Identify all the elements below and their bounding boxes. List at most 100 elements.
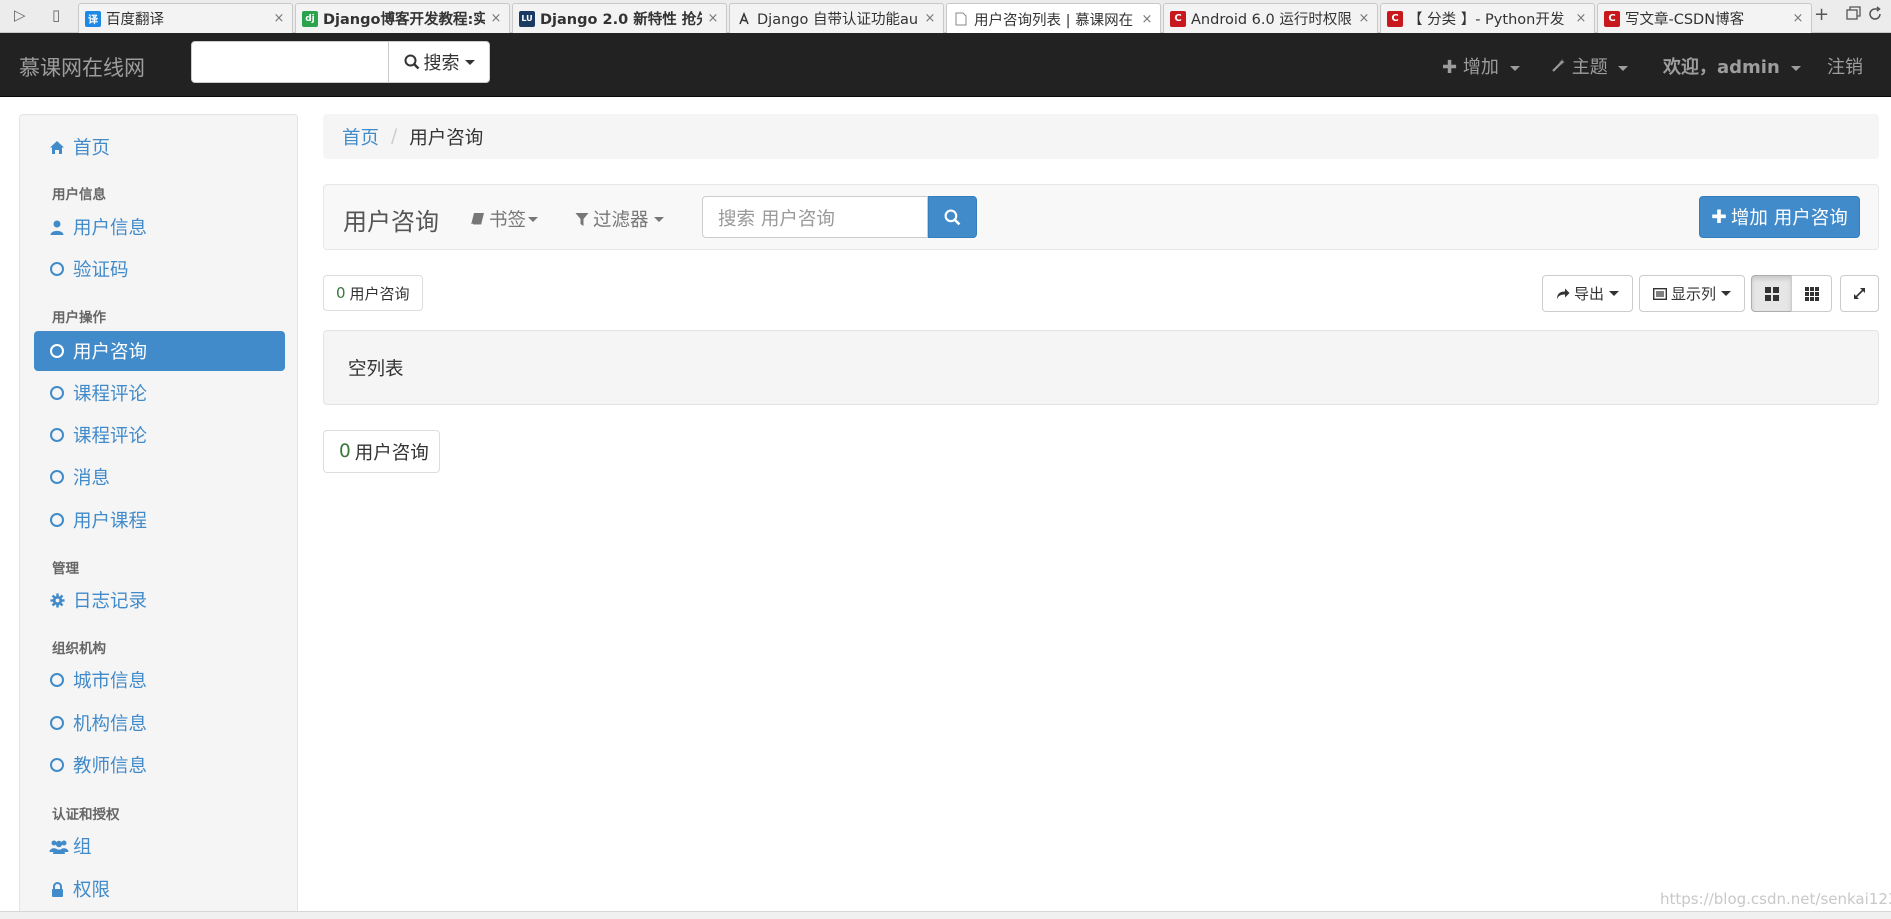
export-button[interactable]: 导出: [1542, 275, 1633, 312]
result-count-number: 0: [336, 284, 346, 302]
bookmarks-dropdown[interactable]: 书签: [470, 206, 539, 232]
browser-tab-active[interactable]: 用户咨询列表 | 慕课网在 ×: [946, 3, 1161, 34]
breadcrumb-current: 用户咨询: [409, 127, 484, 149]
sidebar-item-label: 首页: [73, 138, 111, 159]
share-icon: [1556, 287, 1570, 300]
lock-icon: [49, 881, 65, 897]
close-icon[interactable]: ×: [1140, 12, 1154, 27]
circle-icon: [49, 758, 65, 772]
tab-title: 百度翻译: [106, 12, 164, 28]
undo-close-icon[interactable]: [1868, 6, 1883, 25]
sidebar-item-user-ask[interactable]: 用户咨询: [34, 331, 285, 371]
close-icon[interactable]: ×: [1574, 11, 1588, 26]
list-search-button[interactable]: [928, 196, 977, 238]
fullscreen-button[interactable]: [1840, 275, 1879, 312]
breadcrumb: 首页 / 用户咨询: [323, 114, 1879, 159]
close-icon[interactable]: ×: [272, 11, 286, 26]
sidebar-item-label: 组: [73, 837, 92, 858]
tab-title: Django 2.0 新特性 抢先: [540, 12, 702, 28]
sidebar-item-home[interactable]: 首页: [34, 127, 285, 167]
tab-title: 写文章-CSDN博客: [1625, 12, 1745, 28]
browser-tab[interactable]: C Android 6.0 运行时权限 ×: [1163, 3, 1378, 33]
view-small-grid-button[interactable]: [1791, 275, 1832, 312]
sidebar-item-teachers[interactable]: 教师信息: [34, 745, 285, 785]
tab-title: 用户咨询列表 | 慕课网在: [974, 12, 1134, 29]
sidebar-item-log[interactable]: 日志记录: [34, 580, 285, 620]
sidebar-group-header: 组织机构: [52, 641, 106, 657]
browser-tab[interactable]: Django 自带认证功能au ×: [729, 3, 944, 33]
circle-icon: [49, 470, 65, 484]
plus-icon: ✚: [1442, 57, 1458, 78]
view-large-grid-button[interactable]: [1751, 275, 1792, 312]
close-icon[interactable]: ×: [706, 11, 720, 26]
list-search-input[interactable]: 搜索 用户咨询: [702, 196, 928, 238]
global-search-button[interactable]: 搜索: [388, 41, 490, 83]
close-icon[interactable]: ×: [923, 11, 937, 26]
browser-tab[interactable]: C 【 分类 】- Python开发 ×: [1380, 3, 1595, 33]
add-menu[interactable]: ✚ 增加: [1442, 53, 1520, 79]
baidu-translate-icon: 译: [85, 10, 101, 27]
filter-dropdown[interactable]: 过滤器: [575, 206, 664, 232]
sidebar-item-course-comments[interactable]: 课程评论: [34, 373, 285, 413]
th-large-icon: [1764, 286, 1779, 301]
close-icon[interactable]: ×: [1791, 11, 1805, 26]
sidebar-item-course-comments-2[interactable]: 课程评论: [34, 415, 285, 455]
sidebar-item-label: 教师信息: [73, 756, 148, 777]
browser-tab[interactable]: 译 百度翻译 ×: [78, 3, 293, 33]
restore-tabs-icon[interactable]: [1846, 6, 1861, 25]
result-count-bottom: 0 用户咨询: [323, 430, 440, 473]
sidebar-item-label: 权限: [73, 880, 111, 901]
sidebar-group-header: 管理: [52, 561, 79, 577]
chevron-down-icon: [1609, 291, 1619, 296]
top-navbar: 慕课网在线网 搜索 ✚ 增加 主题 欢迎，admin 注销: [0, 33, 1891, 97]
lu-icon: LU: [519, 10, 535, 27]
chevron-down-icon: [1791, 65, 1802, 71]
sidebar-item-messages[interactable]: 消息: [34, 457, 285, 497]
circle-icon: [49, 428, 65, 442]
circle-icon: [49, 716, 65, 730]
theme-menu[interactable]: 主题: [1551, 53, 1629, 79]
csdn-icon: C: [1170, 10, 1186, 27]
close-icon[interactable]: ×: [489, 11, 503, 26]
sidebar-item-user-courses[interactable]: 用户课程: [34, 500, 285, 540]
sidebar-item-groups[interactable]: 组: [34, 826, 285, 866]
search-icon: [944, 209, 961, 226]
brand-title[interactable]: 慕课网在线网: [19, 52, 145, 82]
sidebar-item-permissions[interactable]: 权限: [34, 869, 285, 909]
add-user-ask-button[interactable]: ✚ 增加 用户咨询: [1699, 196, 1860, 238]
page-title: 用户咨询: [343, 208, 439, 236]
global-search-input[interactable]: [191, 41, 389, 83]
result-count-label: 用户咨询: [349, 284, 410, 303]
new-tab-button[interactable]: +: [1814, 4, 1829, 25]
search-button-label: 搜索: [423, 53, 460, 74]
columns-button[interactable]: 显示列: [1639, 275, 1745, 312]
book-icon: [470, 212, 485, 227]
tab-list-icon[interactable]: ▯: [52, 6, 60, 24]
breadcrumb-home-link[interactable]: 首页: [342, 124, 379, 150]
ansible-icon: [736, 11, 752, 27]
chevron-down-icon: [653, 216, 664, 222]
sidebar-item-cities[interactable]: 城市信息: [34, 660, 285, 700]
sidebar-item-label: 用户咨询: [73, 342, 148, 363]
browser-tab[interactable]: dj Django博客开发教程:实 ×: [295, 3, 510, 33]
chevron-down-icon: [1509, 65, 1520, 71]
csdn-icon: C: [1604, 10, 1620, 27]
sidebar-toggle-icon[interactable]: ▷: [14, 6, 26, 24]
browser-tabstrip: ▷ ▯ 译 百度翻译 × dj Django博客开发教程:实 × LU Djan…: [0, 0, 1891, 34]
sidebar-item-captcha[interactable]: 验证码: [34, 249, 285, 289]
sidebar-item-label: 消息: [73, 468, 111, 489]
logout-link[interactable]: 注销: [1827, 53, 1863, 79]
sidebar-item-orgs[interactable]: 机构信息: [34, 703, 285, 743]
browser-tab[interactable]: LU Django 2.0 新特性 抢先 ×: [512, 3, 727, 33]
th-icon: [1804, 286, 1819, 301]
sidebar-item-label: 课程评论: [73, 384, 148, 405]
close-icon[interactable]: ×: [1357, 11, 1371, 26]
browser-tab[interactable]: C 写文章-CSDN博客 ×: [1597, 3, 1812, 33]
sidebar-item-user-info[interactable]: 用户信息: [34, 207, 285, 247]
user-menu[interactable]: 欢迎，admin: [1663, 53, 1802, 79]
sidebar-group-header: 用户操作: [52, 310, 106, 326]
chevron-down-icon: [464, 59, 475, 65]
django-icon: dj: [302, 10, 318, 27]
sidebar: 首页 用户信息 用户信息 验证码 用户操作 用户咨询 课程评论 课程评论 消息 …: [19, 114, 298, 919]
tab-title: Android 6.0 运行时权限: [1191, 12, 1352, 28]
